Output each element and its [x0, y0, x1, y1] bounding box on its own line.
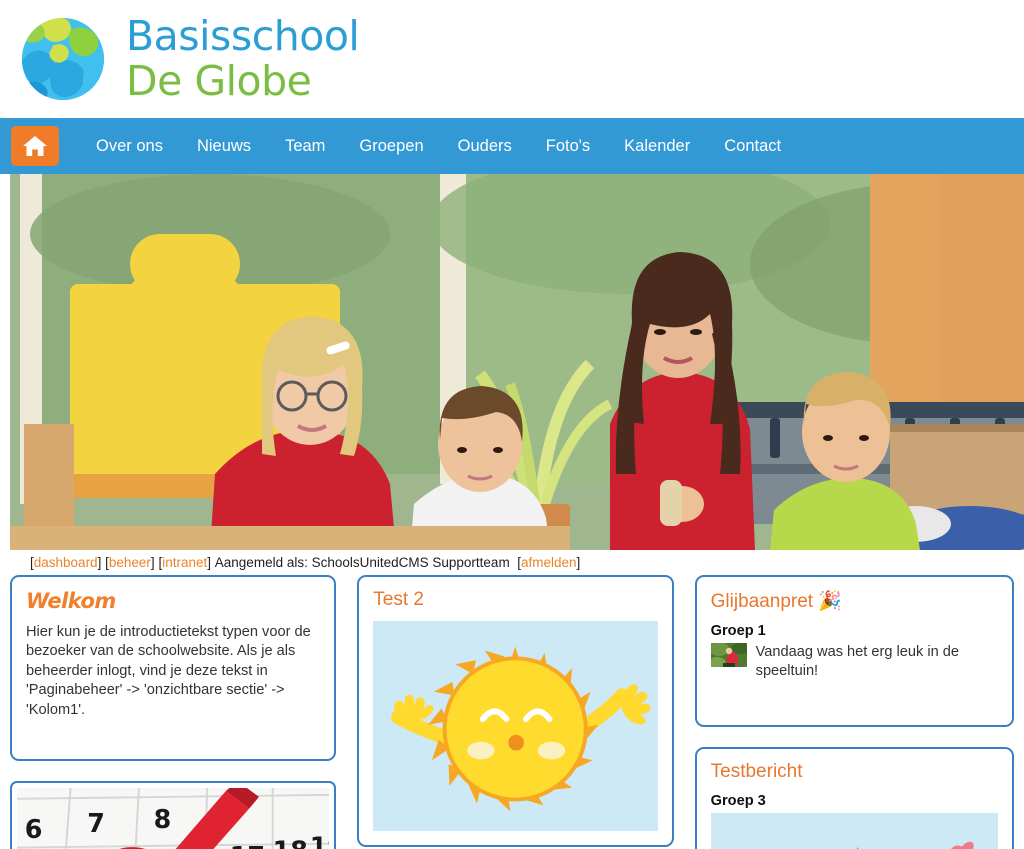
- nav-item-fotos[interactable]: Foto's: [529, 137, 607, 156]
- panel-test2: Test 2: [357, 575, 674, 847]
- site-logo[interactable]: Basisschool De Globe: [14, 10, 360, 108]
- nav-item-team[interactable]: Team: [268, 137, 342, 156]
- glijbaanpret-news-text: Vandaag was het erg leuk in de speeltuin…: [755, 644, 960, 679]
- column-2: Test 2: [357, 575, 674, 847]
- logo-text-line1: Basisschool: [126, 12, 360, 60]
- globe-icon: [14, 10, 112, 108]
- party-popper-icon: 🎉: [818, 591, 843, 612]
- svg-text:6: 6: [25, 814, 43, 844]
- column-1: Welkom Hier kun je de introductietekst t…: [10, 575, 337, 849]
- admin-link-afmelden[interactable]: afmelden: [521, 555, 577, 570]
- nav-list: Over ons Nieuws Team Groepen Ouders Foto…: [79, 137, 798, 156]
- hero-image: [10, 174, 1024, 550]
- admin-link-intranet[interactable]: intranet: [162, 555, 207, 570]
- logo-text-line2: De Globe: [126, 57, 312, 105]
- svg-text:7: 7: [87, 808, 105, 838]
- glijbaanpret-news-row: Vandaag was het erg leuk in de speeltuin…: [710, 643, 998, 681]
- panel-test2-title: Test 2: [373, 589, 424, 610]
- svg-text:18: 18: [273, 835, 308, 849]
- admin-logged-in-text: Aangemeld als: SchoolsUnitedCMS Supportt…: [214, 555, 510, 570]
- bracket-close-beheer: ]: [150, 555, 155, 570]
- panel-testbericht-title: Testbericht: [710, 761, 803, 782]
- glijbaanpret-thumbnail[interactable]: [710, 643, 747, 667]
- nav-item-groepen[interactable]: Groepen: [342, 137, 440, 156]
- panel-welkom-title: Welkom: [26, 589, 116, 613]
- nav-item-kalender[interactable]: Kalender: [607, 137, 707, 156]
- svg-text:17: 17: [230, 841, 265, 849]
- nav-item-contact[interactable]: Contact: [707, 137, 798, 156]
- panel-welkom: Welkom Hier kun je de introductietekst t…: [10, 575, 337, 761]
- admin-link-beheer[interactable]: beheer: [109, 555, 151, 570]
- content-columns: Welkom Hier kun je de introductietekst t…: [0, 575, 1024, 849]
- panel-calendar-image[interactable]: 6 7 8 9 14 15 16 17 18 19 25 26: [10, 781, 337, 849]
- nav-item-ouders[interactable]: Ouders: [441, 137, 529, 156]
- panel-glijbaanpret-title: Glijbaanpret 🎉: [711, 589, 998, 613]
- nav-item-over-ons[interactable]: Over ons: [79, 137, 180, 156]
- glijbaanpret-group-label: Groep 1: [710, 623, 766, 639]
- home-button[interactable]: [11, 126, 59, 166]
- panel-glijbaanpret-title-text: Glijbaanpret: [710, 591, 814, 612]
- panel-welkom-body: Hier kun je de introductietekst typen vo…: [26, 624, 311, 718]
- admin-link-dashboard[interactable]: dashboard: [34, 555, 98, 570]
- panel-testbericht: Testbericht Groep 3: [694, 747, 1014, 849]
- calendar-image: 6 7 8 9 14 15 16 17 18 19 25 26: [17, 788, 330, 849]
- admin-bar: [dashboard] [beheer] [intranet] Aangemel…: [0, 550, 1024, 575]
- testbericht-image[interactable]: [710, 813, 998, 849]
- panel-glijbaanpret: Glijbaanpret 🎉 Groep 1 Vandaag was het e…: [694, 575, 1014, 727]
- home-icon: [22, 134, 48, 158]
- testbericht-group-label: Groep 3: [710, 793, 766, 809]
- svg-text:19: 19: [310, 831, 330, 849]
- bracket-close-afmelden: ]: [576, 555, 581, 570]
- nav-item-nieuws[interactable]: Nieuws: [180, 137, 268, 156]
- site-header: Basisschool De Globe: [0, 0, 1024, 118]
- svg-text:8: 8: [154, 804, 172, 834]
- main-navigation: Over ons Nieuws Team Groepen Ouders Foto…: [0, 118, 1024, 174]
- column-3: Glijbaanpret 🎉 Groep 1 Vandaag was het e…: [694, 575, 1014, 849]
- bracket-close-intranet: ]: [207, 555, 212, 570]
- bracket-close-dashboard: ]: [97, 555, 102, 570]
- test2-image[interactable]: [373, 621, 658, 831]
